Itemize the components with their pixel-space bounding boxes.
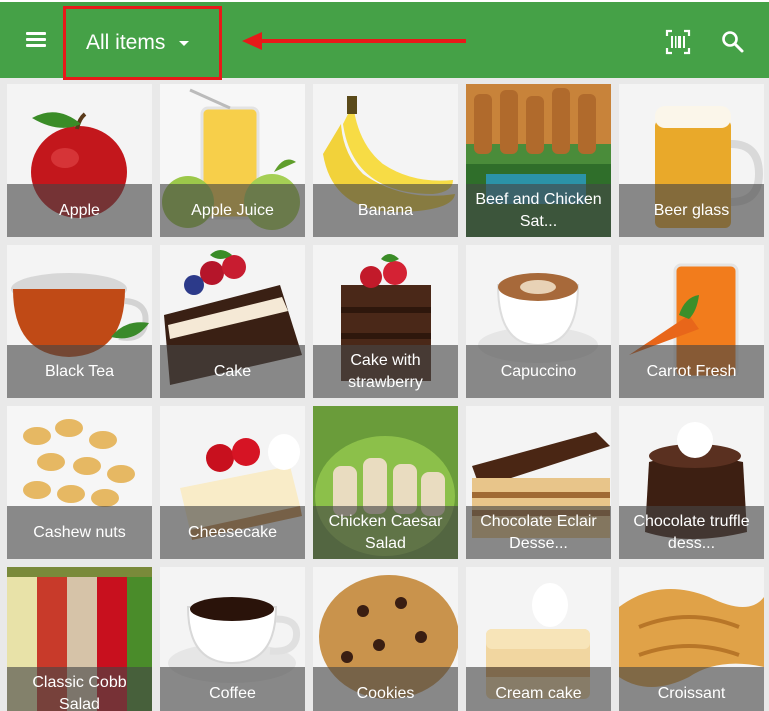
item-tile-cheesecake[interactable]: Cheesecake (160, 406, 305, 559)
item-name: Cashew nuts (7, 506, 152, 559)
item-name: Chicken Caesar Salad (313, 506, 458, 559)
item-name: Apple (7, 184, 152, 237)
item-name: Classic Cobb Salad (7, 667, 152, 711)
search-icon[interactable] (719, 28, 747, 56)
item-name: Beef and Chicken Sat... (466, 184, 611, 237)
item-name: Apple Juice (160, 184, 305, 237)
item-name: Black Tea (7, 345, 152, 398)
item-tile-beer-glass[interactable]: Beer glass (619, 84, 764, 237)
item-name: Cookies (313, 667, 458, 711)
item-tile-croissant[interactable]: Croissant (619, 567, 764, 711)
item-tile-coffee[interactable]: Coffee (160, 567, 305, 711)
item-name: Chocolate truffle dess... (619, 506, 764, 559)
item-name: Coffee (160, 667, 305, 711)
annotation-arrow-icon (242, 32, 466, 50)
item-name: Chocolate Eclair Desse... (466, 506, 611, 559)
item-tile-chocolate-truffle-dessert[interactable]: Chocolate truffle dess... (619, 406, 764, 559)
item-grid: Apple Apple Juice Banana Beef and Chicke… (7, 84, 769, 711)
item-name: Carrot Fresh (619, 345, 764, 398)
item-tile-cream-cake[interactable]: Cream cake (466, 567, 611, 711)
item-tile-beef-chicken-satay[interactable]: Beef and Chicken Sat... (466, 84, 611, 237)
item-tile-chicken-caesar-salad[interactable]: Chicken Caesar Salad (313, 406, 458, 559)
item-name: Capuccino (466, 345, 611, 398)
item-name: Cake with strawberry (313, 345, 458, 398)
menu-icon[interactable] (26, 32, 46, 48)
item-tile-carrot-fresh[interactable]: Carrot Fresh (619, 245, 764, 398)
item-name: Beer glass (619, 184, 764, 237)
item-name: Cheesecake (160, 506, 305, 559)
item-tile-chocolate-eclair-dessert[interactable]: Chocolate Eclair Desse... (466, 406, 611, 559)
item-tile-capuccino[interactable]: Capuccino (466, 245, 611, 398)
app-window: All items Apple Apple Juice Banana Beef … (0, 0, 769, 711)
item-tile-apple[interactable]: Apple (7, 84, 152, 237)
item-tile-cashew-nuts[interactable]: Cashew nuts (7, 406, 152, 559)
item-tile-black-tea[interactable]: Black Tea (7, 245, 152, 398)
barcode-scan-icon[interactable] (664, 28, 692, 56)
annotation-highlight-box (63, 6, 222, 80)
item-name: Cake (160, 345, 305, 398)
item-tile-classic-cobb-salad[interactable]: Classic Cobb Salad (7, 567, 152, 711)
item-tile-banana[interactable]: Banana (313, 84, 458, 237)
item-tile-cookies[interactable]: Cookies (313, 567, 458, 711)
item-tile-cake[interactable]: Cake (160, 245, 305, 398)
item-tile-cake-with-strawberry[interactable]: Cake with strawberry (313, 245, 458, 398)
item-name: Cream cake (466, 667, 611, 711)
item-name: Croissant (619, 667, 764, 711)
item-name: Banana (313, 184, 458, 237)
item-tile-apple-juice[interactable]: Apple Juice (160, 84, 305, 237)
